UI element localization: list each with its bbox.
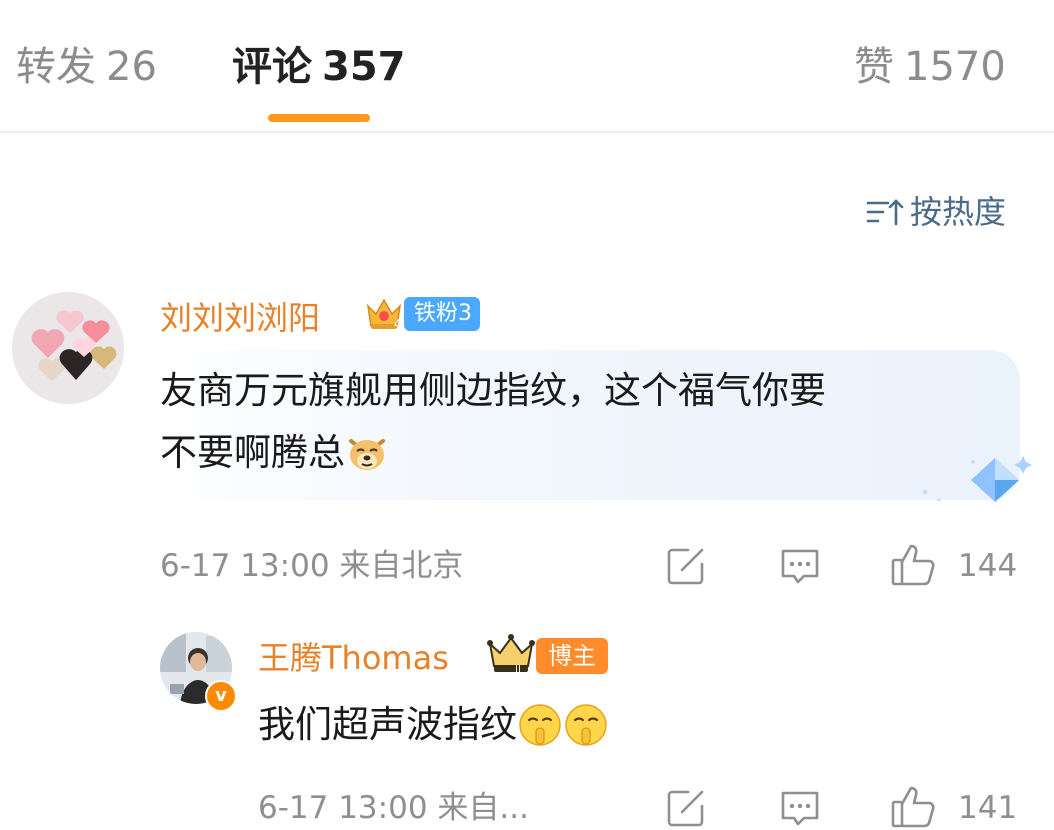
like-icon[interactable] bbox=[889, 782, 937, 830]
avatar[interactable] bbox=[12, 292, 124, 404]
fan-badge: 铁粉3 bbox=[404, 297, 480, 331]
comment-1-text-line2-content: 不要啊腾总 bbox=[160, 431, 345, 474]
edit-icon[interactable] bbox=[664, 544, 708, 588]
tab-reposts[interactable]: 转发 26 bbox=[16, 42, 157, 92]
tab-comments-label: 评论 bbox=[232, 44, 312, 90]
comment-1-meta: 6-17 13:00 来自北京 bbox=[160, 548, 464, 584]
comment-1-text-line2: 不要啊腾总 bbox=[160, 422, 826, 484]
edit-icon[interactable] bbox=[664, 786, 708, 830]
tab-comments-count: 357 bbox=[322, 44, 406, 90]
active-tab-indicator bbox=[268, 114, 370, 122]
svg-text:II: II bbox=[515, 664, 521, 674]
verified-badge-icon: v bbox=[205, 680, 237, 712]
shush-face-emoji-icon bbox=[565, 704, 607, 746]
comment-icon[interactable] bbox=[778, 786, 822, 830]
comment-1-text-line1: 友商万元旗舰用侧边指纹，这个福气你要 bbox=[160, 369, 826, 412]
comment-2-meta: 6-17 13:00 来自... bbox=[258, 790, 529, 826]
tab-likes[interactable]: 赞 1570 bbox=[854, 42, 1006, 92]
tab-comments[interactable]: 评论 357 bbox=[232, 42, 406, 92]
comment-1-like-count: 144 bbox=[958, 548, 1018, 584]
like-icon[interactable] bbox=[889, 540, 937, 588]
tab-likes-count: 1570 bbox=[904, 44, 1006, 90]
shush-face-emoji-icon bbox=[519, 704, 561, 746]
comment-2-username[interactable]: 王腾Thomas bbox=[258, 638, 449, 678]
crown-icon: 4 bbox=[366, 298, 402, 330]
sort-label: 按热度 bbox=[910, 193, 1007, 231]
host-crown-icon: II bbox=[487, 634, 535, 674]
tab-likes-label: 赞 bbox=[854, 44, 894, 90]
sort-button[interactable]: 按热度 bbox=[866, 192, 1006, 232]
tabs-divider bbox=[0, 131, 1054, 133]
comment-2-like-count: 141 bbox=[958, 790, 1018, 826]
tab-reposts-label: 转发 bbox=[16, 44, 96, 90]
comment-icon[interactable] bbox=[778, 544, 822, 588]
comment-1-username[interactable]: 刘刘刘浏阳 bbox=[160, 298, 320, 338]
avatar-image bbox=[12, 292, 124, 404]
svg-text:4: 4 bbox=[394, 317, 402, 330]
sort-icon bbox=[866, 199, 904, 226]
tab-reposts-count: 26 bbox=[106, 44, 157, 90]
diamond-decoration-icon bbox=[922, 456, 1032, 502]
comment-1-text: 友商万元旗舰用侧边指纹，这个福气你要 不要啊腾总 bbox=[160, 360, 826, 484]
comment-2-text: 我们超声波指纹 bbox=[258, 703, 517, 746]
host-badge: 博主 bbox=[536, 638, 608, 674]
doge-emoji-icon bbox=[349, 439, 385, 470]
comment-2-text-row: 我们超声波指纹 bbox=[258, 694, 609, 756]
